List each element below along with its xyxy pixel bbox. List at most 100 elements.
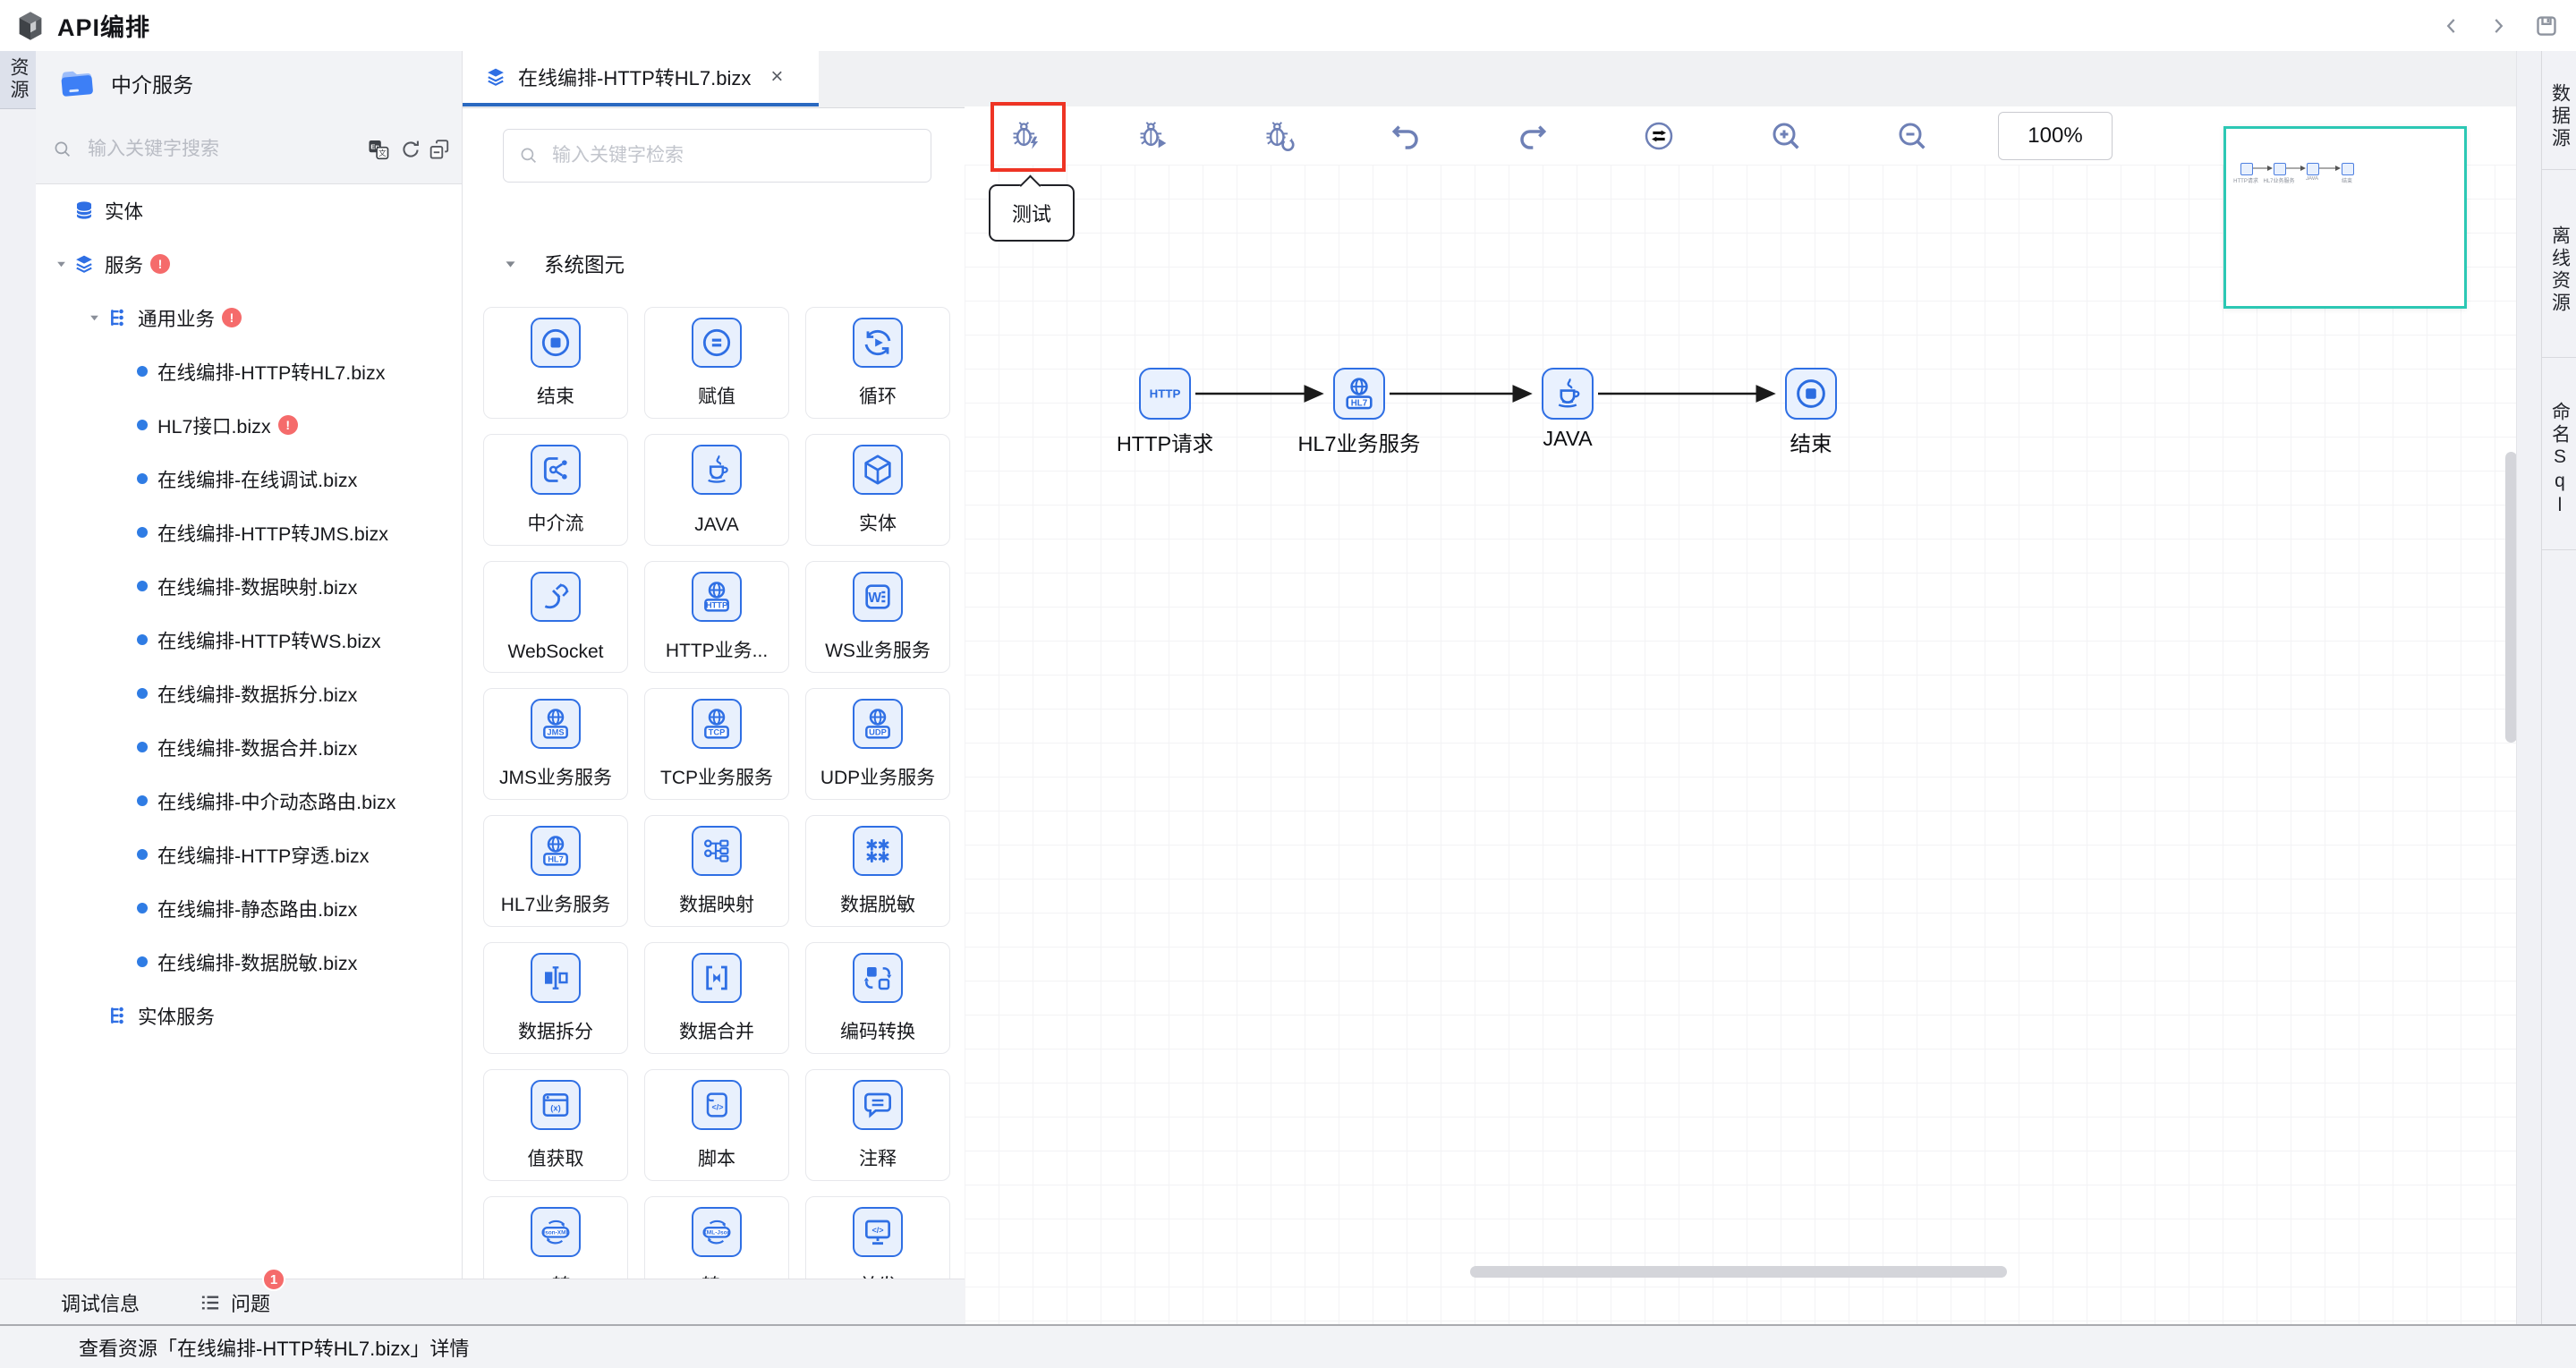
file-dot-icon [137, 849, 148, 860]
tree-item[interactable]: 通用业务! [36, 291, 462, 344]
editor-tab-bar: 在线编排-HTTP转HL7.bizx × [463, 51, 965, 108]
left-rail: 资源 [0, 51, 37, 1279]
minimap-node [2240, 163, 2253, 175]
run-tool[interactable] [1134, 116, 1173, 156]
right-rail-tab-2[interactable]: 离线资源 [2542, 170, 2576, 358]
tree-item[interactable]: 在线编排-静态路由.bizx [36, 881, 462, 935]
palette-search-input[interactable] [550, 144, 876, 167]
tree-item-label: 通用业务 [138, 304, 215, 332]
tooltip: 测试 [989, 184, 1075, 242]
zoom-level[interactable]: 100% [1998, 112, 2113, 160]
tree-item[interactable]: 在线编排-HTTP转JMS.bizx [36, 506, 462, 559]
palette-item[interactable]: 数据拆分 [483, 942, 628, 1054]
merge-icon [699, 960, 735, 996]
tree-item-label: 在线编排-HTTP转WS.bizx [157, 626, 381, 654]
palette-item[interactable]: (x)值获取 [483, 1069, 628, 1181]
exchange-tool[interactable] [1639, 116, 1679, 156]
palette-item[interactable]: 实体 [805, 434, 950, 546]
palette-item[interactable]: 编码转换 [805, 942, 950, 1054]
canvas-grid[interactable]: HTTPHTTP请求HL7HL7业务服务JAVA结束 [965, 165, 2516, 1324]
svg-text:HL7: HL7 [1351, 398, 1368, 408]
file-dot-icon [137, 688, 148, 699]
exchange-icon [1641, 118, 1677, 154]
palette-item[interactable]: WebSocket [483, 561, 628, 673]
tree-item[interactable]: 在线编排-HTTP转WS.bizx [36, 613, 462, 667]
palette-item[interactable]: </>脚本 [644, 1069, 789, 1181]
palette-item[interactable]: 中介流 [483, 434, 628, 546]
collapse-all-icon[interactable] [426, 136, 453, 163]
palette-item-label: 数据脱敏 [806, 890, 949, 917]
palette-item-label: 数据拆分 [484, 1017, 627, 1044]
palette-item[interactable]: 结束 [483, 307, 628, 419]
palette-section-header[interactable]: 系统图元 [504, 250, 625, 278]
tree-item[interactable]: HL7接口.bizx! [36, 398, 462, 452]
zoom-out-tool[interactable] [1892, 116, 1932, 156]
palette-item[interactable]: HTTPHTTP业务... [644, 561, 789, 673]
tree-item[interactable]: 在线编排-中介动态路由.bizx [36, 774, 462, 828]
palette-item[interactable]: 赋值 [644, 307, 789, 419]
tree-item[interactable]: 在线编排-数据脱敏.bizx [36, 935, 462, 989]
tree-item[interactable]: 实体 [36, 183, 462, 237]
palette-item[interactable]: UDPUDP业务服务 [805, 688, 950, 800]
right-rail-tab-1[interactable]: 数据源 [2542, 51, 2576, 170]
status-bar-text: 查看资源「在线编排-HTTP转HL7.bizx」详情 [79, 1326, 469, 1368]
file-dot-icon [137, 420, 148, 430]
zoom-in-tool[interactable] [1766, 116, 1806, 156]
tree-item[interactable]: 在线编排-HTTP转HL7.bizx [36, 344, 462, 398]
caret-down-icon[interactable] [49, 259, 72, 270]
tree-item[interactable]: 服务! [36, 237, 462, 291]
tree-item[interactable]: 在线编排-HTTP穿透.bizx [36, 828, 462, 881]
minimap[interactable]: HTTP请求HL7业务服务JAVA结束 [2223, 126, 2467, 309]
redo-tool[interactable] [1513, 116, 1552, 156]
palette-item-tile [853, 953, 903, 1003]
palette-item[interactable]: 数据合并 [644, 942, 789, 1054]
tree-item[interactable]: 在线编排-数据拆分.bizx [36, 667, 462, 720]
palette-item[interactable]: WWS业务服务 [805, 561, 950, 673]
tree-item[interactable]: 在线编排-数据合并.bizx [36, 720, 462, 774]
tree-item[interactable]: 在线编排-数据映射.bizx [36, 559, 462, 613]
translate-icon[interactable]: En文 [365, 136, 392, 163]
palette-item[interactable]: 注释 [805, 1069, 950, 1181]
palette-item[interactable]: 循环 [805, 307, 950, 419]
palette-item-tile: XML-Json [692, 1207, 742, 1257]
bottom-tab-debug-info[interactable]: 调试信息 [61, 1279, 140, 1325]
flow-node-3[interactable] [1542, 368, 1594, 420]
palette-grid: 结束赋值循环中介流JAVA实体 WebSocketHTTPHTTP业务...WWS… [483, 307, 948, 1308]
refresh-icon[interactable] [397, 136, 424, 163]
palette-item[interactable]: JMSJMS业务服务 [483, 688, 628, 800]
step-tool[interactable] [1260, 116, 1299, 156]
palette-item[interactable]: 数据脱敏 [805, 815, 950, 927]
palette-item[interactable]: TCPTCP业务服务 [644, 688, 789, 800]
sidebar-search-input[interactable] [86, 138, 340, 161]
flow-node-4[interactable] [1785, 368, 1837, 420]
caret-down-icon[interactable] [82, 312, 106, 324]
palette-item-tile: (x) [531, 1080, 581, 1130]
editor-tab[interactable]: 在线编排-HTTP转HL7.bizx × [463, 51, 819, 106]
canvas-tab-strip [965, 51, 2516, 107]
flow-canvas[interactable]: 100% HTTPHTTP请求HL7HL7业务服务JAVA结束 测试 HTTP请… [965, 51, 2516, 1324]
save-icon[interactable] [2533, 13, 2560, 39]
minimap-edges [2226, 129, 2464, 306]
rail-tab-resources[interactable]: 资源 [0, 51, 36, 109]
palette-item-tile [853, 826, 903, 876]
issues-count-badge: 1 [262, 1268, 285, 1291]
flow-node-2[interactable]: HL7 [1333, 368, 1385, 420]
close-icon[interactable]: × [770, 66, 783, 88]
palette-item[interactable]: JAVA [644, 434, 789, 546]
mflow-icon [538, 452, 574, 488]
palette-item[interactable]: HL7HL7业务服务 [483, 815, 628, 927]
right-rail-tab-3[interactable]: 命名Sql [2542, 358, 2576, 550]
flow-node-1[interactable]: HTTP [1139, 368, 1191, 420]
horizontal-scrollbar[interactable] [1470, 1266, 2007, 1278]
nav-back-icon[interactable] [2440, 14, 2463, 38]
bottom-tab-issues[interactable]: 问题1 [199, 1279, 270, 1325]
tree-item-label: 在线编排-数据拆分.bizx [157, 680, 357, 708]
nav-forward-icon[interactable] [2487, 14, 2510, 38]
tree-item[interactable]: 实体服务 [36, 989, 462, 1042]
tree-item[interactable]: 在线编排-在线调试.bizx [36, 452, 462, 506]
undo-tool[interactable] [1386, 116, 1425, 156]
palette-item[interactable]: 数据映射 [644, 815, 789, 927]
palette-item-tile: HL7 [531, 826, 581, 876]
vertical-scrollbar[interactable] [2505, 452, 2516, 743]
tree-item-label: 在线编排-数据脱敏.bizx [157, 948, 357, 976]
